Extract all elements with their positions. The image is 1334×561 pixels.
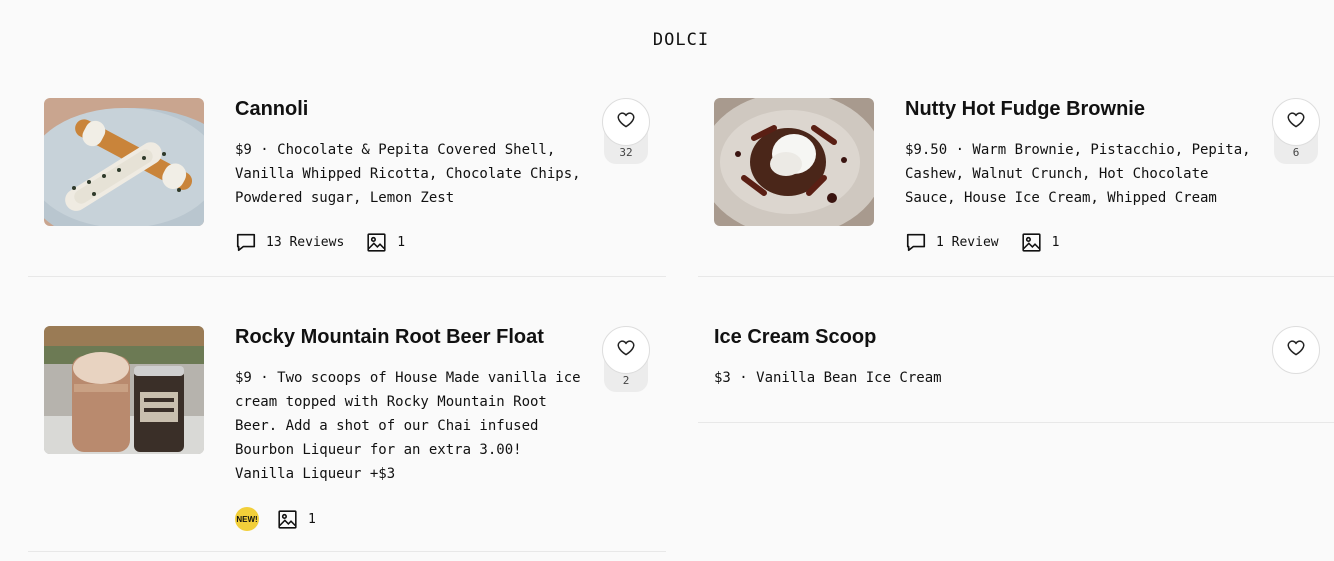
photos-count: 1 (308, 511, 316, 527)
photos-link[interactable]: 1 (366, 232, 405, 253)
photo-icon (277, 509, 298, 530)
heart-icon (616, 338, 636, 362)
photos-count: 1 (397, 234, 406, 250)
reviews-link[interactable]: 1 Review (905, 231, 999, 253)
menu-item-brownie[interactable]: Nutty Hot Fudge Brownie $9.50 · Warm Bro… (698, 98, 1334, 278)
heart-icon (1286, 338, 1306, 362)
item-name[interactable]: Cannoli (235, 98, 308, 121)
photos-count: 1 (1051, 234, 1060, 250)
divider (28, 276, 666, 277)
reviews-count: 1 Review (936, 234, 999, 250)
new-badge: NEW! (235, 507, 259, 531)
photos-link[interactable]: 1 (1021, 232, 1060, 253)
item-description: $9.50 · Warm Brownie, Pistacchio, Pepita… (905, 142, 1251, 206)
menu-item-cannoli[interactable]: Cannoli $9 · Chocolate & Pepita Covered … (28, 98, 668, 278)
photo-icon (1021, 232, 1042, 253)
favorite-button[interactable] (602, 98, 650, 146)
favorite-button[interactable] (602, 326, 650, 374)
divider (698, 422, 1334, 423)
description-addon: Vanilla Liqueur +$3 (235, 466, 396, 482)
divider (28, 551, 666, 552)
photos-link[interactable]: 1 (277, 509, 316, 530)
new-badge-group: NEW! (235, 507, 259, 531)
item-meta: 1 Review 1 (905, 231, 1081, 253)
description-main: $9 · Two scoops of House Made vanilla ic… (235, 370, 581, 458)
item-meta: NEW! 1 (235, 507, 338, 531)
heart-icon (616, 110, 636, 134)
brownie-photo[interactable] (714, 98, 874, 226)
comment-icon (905, 231, 927, 253)
root-beer-float-photo[interactable] (44, 326, 204, 454)
section-title: DOLCI (652, 30, 710, 50)
menu-item-root-beer-float[interactable]: Rocky Mountain Root Beer Float $9 · Two … (28, 326, 668, 556)
item-description: $9 · Chocolate & Pepita Covered Shell, V… (235, 142, 581, 206)
cannoli-photo[interactable] (44, 98, 204, 226)
favorite-button[interactable] (1272, 326, 1320, 374)
item-description: $3 · Vanilla Bean Ice Cream (714, 370, 942, 386)
photo-icon (366, 232, 387, 253)
item-meta: 13 Reviews 1 (235, 231, 427, 253)
reviews-link[interactable]: 13 Reviews (235, 231, 344, 253)
menu-item-ice-cream-scoop[interactable]: Ice Cream Scoop $3 · Vanilla Bean Ice Cr… (698, 326, 1334, 426)
item-name[interactable]: Nutty Hot Fudge Brownie (905, 98, 1145, 121)
favorite-button[interactable] (1272, 98, 1320, 146)
comment-icon (235, 231, 257, 253)
divider (698, 276, 1334, 277)
item-name[interactable]: Rocky Mountain Root Beer Float (235, 326, 544, 349)
item-name[interactable]: Ice Cream Scoop (714, 326, 876, 349)
reviews-count: 13 Reviews (266, 234, 345, 250)
heart-icon (1286, 110, 1306, 134)
item-description: $9 · Two scoops of House Made vanilla ic… (235, 366, 595, 486)
